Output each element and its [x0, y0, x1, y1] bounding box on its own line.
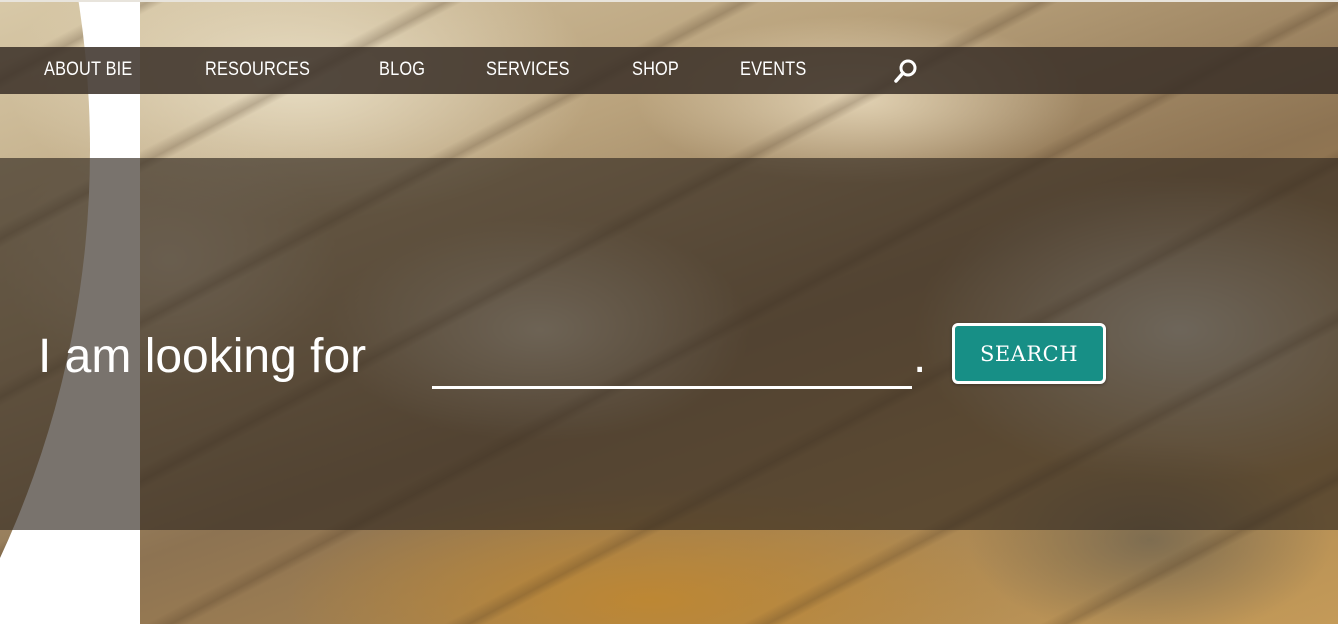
main-navigation: ABOUT BIE RESOURCES BLOG SERVICES SHOP E…	[0, 47, 1338, 94]
nav-item-resources[interactable]: RESOURCES	[205, 59, 310, 81]
search-input[interactable]	[432, 333, 912, 389]
search-icon[interactable]	[892, 57, 920, 85]
top-border	[0, 0, 1338, 2]
search-button[interactable]: SEARCH	[952, 323, 1106, 384]
nav-item-services[interactable]: SERVICES	[486, 59, 570, 81]
search-lead-text: I am looking for	[38, 330, 367, 383]
nav-item-events[interactable]: EVENTS	[740, 59, 806, 81]
nav-item-about-bie[interactable]: ABOUT BIE	[44, 59, 132, 81]
nav-item-shop[interactable]: SHOP	[632, 59, 679, 81]
page: ABOUT BIE RESOURCES BLOG SERVICES SHOP E…	[0, 0, 1338, 624]
search-period: .	[913, 330, 927, 383]
nav-item-blog[interactable]: BLOG	[379, 59, 425, 81]
